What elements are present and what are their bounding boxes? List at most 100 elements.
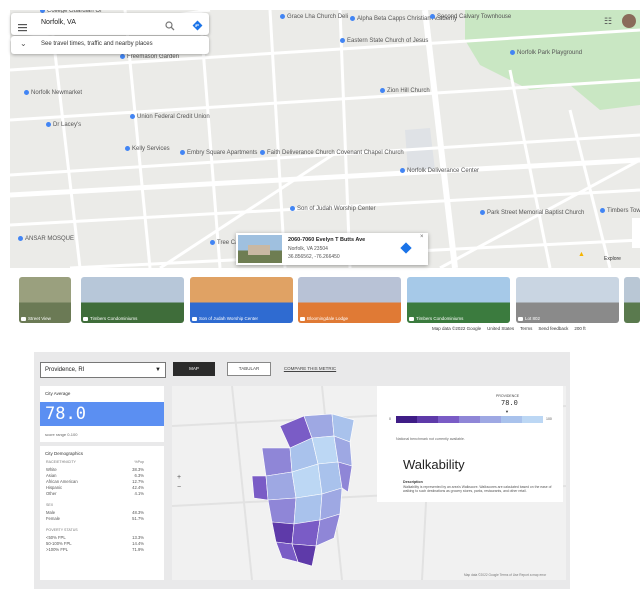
neighborhood-region[interactable] [293, 493, 323, 525]
map-poi[interactable]: ANSAR MOSQUE [18, 236, 74, 243]
description-label: Description [403, 480, 423, 484]
place-pin-icon [18, 236, 23, 241]
photo-thumbnail[interactable]: Street View [19, 277, 71, 323]
neighborhood-region[interactable] [251, 475, 269, 501]
legend-marker: ▼ [505, 409, 509, 414]
map-footer-item[interactable]: Send feedback [538, 326, 568, 331]
map-footer-item[interactable]: Map data ©2022 Google [432, 326, 481, 331]
neighborhood-region[interactable] [271, 521, 295, 545]
map-poi[interactable]: Norfolk Park Playground [510, 50, 582, 57]
place-card[interactable]: 2060-7060 Evelyn T Butts Ave Norfolk, VA… [236, 233, 428, 265]
legend-color-swatch [417, 416, 438, 423]
legend-label: PROVIDENCE [496, 394, 520, 398]
menu-icon[interactable] [18, 19, 27, 32]
legend-max: 100 [546, 417, 552, 421]
travel-times-row[interactable]: ⌄ See travel times, traffic and nearby p… [11, 36, 209, 54]
map-poi-label: ANSAR MOSQUE [25, 236, 75, 243]
avatar[interactable] [622, 14, 636, 28]
demographics-row: >100% FPL 71.9% [46, 547, 144, 552]
map-poi[interactable]: Norfolk Newmarket [24, 90, 82, 97]
map-poi[interactable]: Freemason Garden [120, 54, 179, 61]
tab-map[interactable]: MAP [173, 362, 215, 376]
map-poi[interactable]: Timbers Tow [600, 208, 640, 215]
description-text: Walkability is represented by an area's … [403, 485, 552, 493]
apps-icon[interactable]: ☷ [604, 16, 612, 27]
legend-color-swatch [459, 416, 480, 423]
metric-title: Walkability [403, 457, 465, 472]
place-pin-icon [130, 114, 135, 119]
place-pin-icon [210, 240, 215, 245]
place-title: 2060-7060 Evelyn T Butts Ave [288, 237, 366, 243]
map-footer-item[interactable]: Terms [520, 326, 532, 331]
zoom-in-button[interactable]: + [177, 474, 181, 481]
map-poi[interactable]: Norfolk Deliverance Center [400, 168, 479, 175]
place-pin-icon [600, 208, 605, 213]
neighborhood-region[interactable] [291, 519, 321, 547]
map-poi[interactable]: Zion Hill Church [380, 88, 430, 95]
camera-icon [409, 316, 414, 321]
map-poi[interactable]: Embry Square Apartments [180, 150, 257, 157]
camera-icon [83, 316, 88, 321]
search-bar[interactable]: Norfolk, VA [11, 13, 209, 35]
map-poi[interactable]: Second Calvary Townhouse [430, 14, 511, 21]
demographics-section-header: RACE/ETHNICITY %Pop [46, 460, 144, 464]
tab-tabular[interactable]: TABULAR [227, 362, 271, 376]
legend-min: 0 [389, 417, 391, 421]
neighborhood-region[interactable] [267, 497, 297, 525]
pegman-icon[interactable]: ▲ [578, 251, 585, 258]
place-pin-icon [280, 14, 285, 19]
photo-caption-text: Street View [28, 316, 51, 321]
score-range: score range 0-100 [45, 432, 78, 437]
map-poi[interactable]: Kelly Services [125, 146, 170, 153]
map-poi[interactable]: Faith Deliverance Church Covenant Chapel… [260, 150, 404, 157]
city-average-card: City Average 78.0 score range 0-100 [40, 386, 164, 442]
photo-thumbnail[interactable]: Bloomingdale Lodge [298, 277, 401, 323]
demographics-row: Other 4.1% [46, 491, 144, 496]
map-poi[interactable]: Eastern State Church of Jesus [340, 38, 428, 45]
demographics-row: <50% FPL 13.3% [46, 535, 144, 540]
photo-caption-text: Timbers Condominiums [90, 316, 138, 321]
map-poi-label: Norfolk Park Playground [517, 50, 583, 57]
close-icon[interactable]: × [420, 234, 424, 240]
place-pin-icon [120, 54, 125, 59]
map-footer-item[interactable]: 200 ft [574, 326, 585, 331]
map-poi[interactable]: Park Street Memorial Baptist Church [480, 210, 584, 217]
city-select[interactable]: Providence, RI ▼ [40, 362, 166, 378]
place-pin-icon [340, 38, 345, 43]
photo-thumbnail[interactable] [624, 277, 640, 323]
map-poi[interactable]: Union Federal Credit Union [130, 114, 210, 121]
photo-thumbnail[interactable]: Lot 802 [516, 277, 619, 323]
map-attribution: Map data ©2022 Google Terms of Use Repor… [464, 573, 547, 577]
park-area [465, 10, 640, 110]
place-pin-icon [125, 146, 130, 151]
zoom-controls[interactable] [632, 218, 640, 248]
demographics-row: Asian 6.3% [46, 473, 144, 478]
neighborhood-region[interactable] [265, 471, 297, 501]
map-poi-label: Second Calvary Townhouse [437, 14, 512, 21]
photo-caption: Lot 802 [518, 316, 540, 321]
layers-button[interactable]: Explore [604, 256, 621, 262]
map-poi-label: Timbers Tow [607, 208, 640, 215]
directions-icon[interactable] [192, 18, 203, 36]
tab-compare-metric[interactable]: COMPARE THIS METRIC [280, 362, 340, 376]
place-pin-icon [24, 90, 29, 95]
map-poi[interactable]: Dr Lacey's [46, 122, 81, 129]
photo-thumbnail[interactable]: Timbers Condominiums [81, 277, 184, 323]
camera-icon [192, 316, 197, 321]
photo-thumbnail[interactable]: Timbers Condominiums [407, 277, 510, 323]
photo-caption: Bloomingdale Lodge [300, 316, 348, 321]
caret-down-icon: ▼ [155, 367, 161, 373]
chevron-down-icon: ⌄ [20, 39, 27, 48]
photo-thumbnail[interactable]: Son of Judah Worship Center [190, 277, 293, 323]
zoom-out-button[interactable]: − [177, 484, 181, 491]
place-directions-icon[interactable] [399, 241, 413, 260]
search-icon[interactable] [165, 18, 175, 36]
map-poi-label: Grace Lha Church Deli [287, 14, 349, 21]
search-input[interactable]: Norfolk, VA [41, 19, 76, 26]
map-poi[interactable]: Son of Judah Worship Center [290, 206, 376, 213]
neighborhood-region[interactable] [261, 447, 293, 477]
camera-icon [518, 316, 523, 321]
map-poi[interactable]: Grace Lha Church Deli [280, 14, 348, 21]
map-footer-item[interactable]: United States [487, 326, 514, 331]
demographics-row: Female 51.7% [46, 516, 144, 521]
